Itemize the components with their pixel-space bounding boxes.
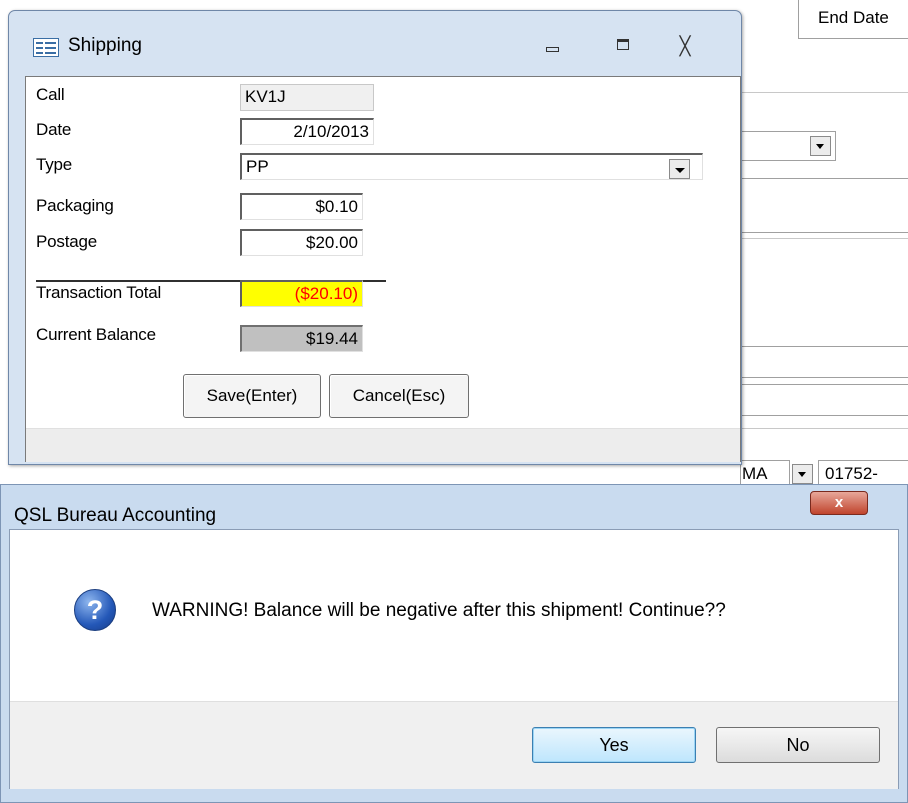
bg-divider bbox=[740, 92, 908, 93]
packaging-field[interactable]: $0.10 bbox=[240, 193, 363, 220]
bg-field[interactable] bbox=[740, 346, 908, 378]
shipping-title-bar[interactable]: Shipping ╳ bbox=[9, 11, 741, 73]
no-button[interactable]: No bbox=[716, 727, 880, 763]
state-value: MA bbox=[742, 464, 768, 483]
bg-combo-arrow-icon[interactable] bbox=[810, 136, 831, 156]
end-date-label: End Date bbox=[818, 8, 889, 27]
current-balance-label: Current Balance bbox=[36, 325, 156, 344]
type-label: Type bbox=[36, 155, 73, 174]
shipping-form-footer bbox=[26, 428, 740, 462]
minimize-icon[interactable] bbox=[540, 35, 566, 57]
yes-button[interactable]: Yes bbox=[532, 727, 696, 763]
dialog-close-icon[interactable]: x bbox=[810, 491, 868, 515]
bg-divider bbox=[740, 428, 908, 429]
postage-field[interactable]: $20.00 bbox=[240, 229, 363, 256]
type-dropdown-arrow-icon[interactable] bbox=[669, 159, 690, 179]
dialog-button-bar: Yes No bbox=[10, 701, 898, 789]
shipping-form: Call KV1J Date 2/10/2013 Type PP Packagi… bbox=[25, 76, 741, 462]
close-icon[interactable]: ╳ bbox=[672, 35, 698, 57]
transaction-total-field: ($20.10) bbox=[240, 280, 363, 307]
postage-label: Postage bbox=[36, 232, 97, 251]
dialog-body: ? WARNING! Balance will be negative afte… bbox=[9, 529, 899, 789]
bg-text-area[interactable] bbox=[740, 178, 908, 233]
dialog-title: QSL Bureau Accounting bbox=[14, 505, 217, 526]
date-field[interactable]: 2/10/2013 bbox=[240, 118, 374, 145]
background-form-right bbox=[740, 0, 908, 490]
dialog-message: WARNING! Balance will be negative after … bbox=[152, 600, 726, 621]
current-balance-field: $19.44 bbox=[240, 325, 363, 352]
warning-dialog: QSL Bureau Accounting x ? WARNING! Balan… bbox=[0, 484, 908, 803]
shipping-window: Shipping ╳ Call KV1J Date 2/10/2013 Type… bbox=[8, 10, 742, 465]
shipping-window-title: Shipping bbox=[68, 35, 142, 56]
call-field: KV1J bbox=[240, 84, 374, 111]
cancel-button[interactable]: Cancel(Esc) bbox=[329, 374, 469, 418]
form-app-icon bbox=[33, 38, 59, 57]
packaging-label: Packaging bbox=[36, 196, 114, 215]
bg-field[interactable] bbox=[740, 384, 908, 416]
transaction-total-label: Transaction Total bbox=[36, 283, 162, 302]
question-icon: ? bbox=[74, 589, 116, 631]
restore-icon[interactable] bbox=[611, 35, 637, 57]
call-label: Call bbox=[36, 85, 65, 104]
bg-divider bbox=[740, 238, 908, 239]
type-combo[interactable]: PP bbox=[240, 153, 703, 180]
zip-value: 01752- bbox=[825, 464, 878, 483]
date-label: Date bbox=[36, 120, 72, 139]
save-button[interactable]: Save(Enter) bbox=[183, 374, 321, 418]
state-combo-arrow-icon[interactable] bbox=[792, 464, 813, 484]
